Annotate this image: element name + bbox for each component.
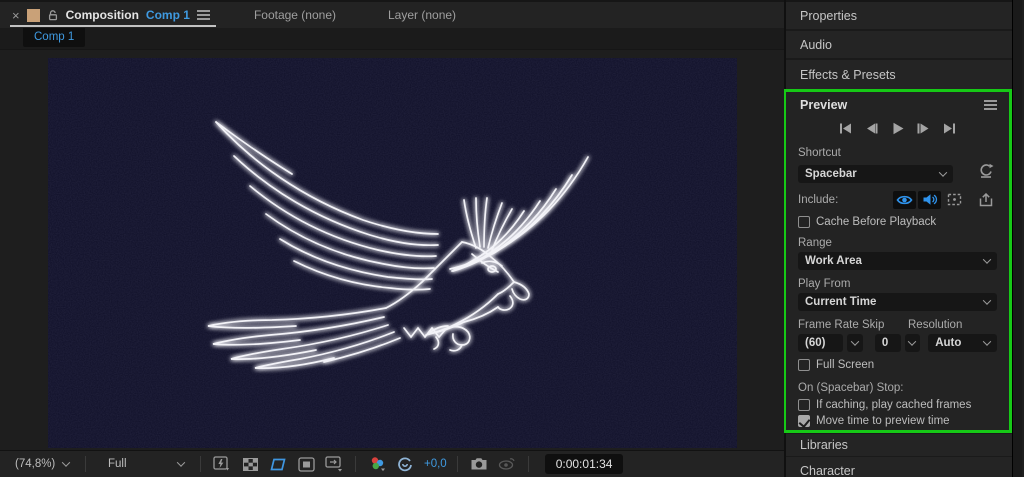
- full-screen-label: Full Screen: [816, 359, 875, 371]
- shortcut-dropdown[interactable]: Spacebar: [798, 164, 953, 183]
- after-effects-window: × Composition Comp 1 Footage (none) Laye…: [0, 0, 1024, 477]
- include-overlays-toggle[interactable]: [943, 191, 965, 209]
- tab-composition-target: Comp 1: [145, 8, 190, 22]
- frame-rate-chevron[interactable]: [847, 334, 863, 352]
- transparency-grid-button[interactable]: [239, 454, 261, 474]
- if-caching-checkbox[interactable]: If caching, play cached frames: [798, 399, 997, 411]
- eye-icon: [896, 195, 913, 204]
- range-dropdown[interactable]: Work Area: [798, 252, 997, 270]
- panel-header-properties[interactable]: Properties: [786, 2, 1012, 31]
- overlays-icon: [947, 193, 961, 206]
- view-layout-button[interactable]: [323, 454, 345, 474]
- tab-footage[interactable]: Footage (none): [242, 2, 348, 28]
- last-frame-button[interactable]: [939, 120, 960, 137]
- play-from-dropdown[interactable]: Current Time: [798, 293, 997, 311]
- unlock-icon[interactable]: [47, 9, 59, 21]
- tab-composition-label: Composition: [65, 8, 139, 22]
- fast-previews-button[interactable]: [211, 454, 233, 474]
- checkbox-checked-icon: [798, 415, 810, 427]
- range-label: Range: [798, 237, 832, 249]
- share-icon: [979, 192, 993, 206]
- resolution-preview-value: Auto: [935, 337, 962, 349]
- composition-canvas[interactable]: [48, 58, 737, 448]
- include-label: Include:: [798, 193, 839, 206]
- if-caching-label: If caching, play cached frames: [816, 399, 972, 411]
- shortcut-label: Shortcut: [798, 147, 841, 159]
- eagle-artwork: [48, 58, 737, 448]
- panel-header-audio[interactable]: Audio: [786, 31, 1012, 60]
- panel-header-character[interactable]: Character: [786, 457, 1012, 477]
- move-time-checkbox[interactable]: Move time to preview time: [798, 415, 997, 427]
- cache-before-playback-checkbox[interactable]: Cache Before Playback: [798, 216, 997, 228]
- skip-chevron[interactable]: [904, 334, 921, 352]
- active-tab-underline: [10, 25, 216, 27]
- panel-header-effects-presets[interactable]: Effects & Presets: [786, 60, 1012, 89]
- snapshot-camera-button[interactable]: [468, 454, 490, 474]
- viewer-tab-bar: × Composition Comp 1 Footage (none) Laye…: [0, 0, 784, 28]
- checkbox-icon: [798, 359, 810, 371]
- viewer-toolbar: (74,8%) Full +0,0 0:00:01:34: [0, 450, 784, 477]
- skip-value: 0: [881, 337, 889, 349]
- current-timecode[interactable]: 0:00:01:34: [544, 454, 624, 474]
- frame-rate-dropdown[interactable]: (60): [798, 334, 844, 352]
- preview-panel-title[interactable]: Preview: [800, 98, 847, 112]
- tab-composition[interactable]: × Composition Comp 1: [0, 2, 220, 28]
- range-value: Work Area: [805, 255, 862, 267]
- close-tab-icon[interactable]: ×: [12, 9, 20, 22]
- exposure-value[interactable]: +0,0: [424, 458, 447, 470]
- share-frame-button[interactable]: [975, 191, 997, 209]
- composition-viewer-panel: × Composition Comp 1 Footage (none) Laye…: [0, 0, 786, 477]
- region-of-interest-button[interactable]: [267, 454, 289, 474]
- checkbox-icon: [798, 216, 810, 228]
- cache-before-playback-label: Cache Before Playback: [816, 216, 937, 228]
- frame-rate-value: (60): [805, 337, 826, 349]
- exposure-reset-icon[interactable]: [394, 454, 416, 474]
- previous-frame-button[interactable]: [861, 120, 882, 137]
- include-audio-toggle[interactable]: [918, 190, 941, 209]
- chevron-down-icon: [61, 458, 71, 467]
- viewport-area: [0, 49, 784, 450]
- magnification-dropdown[interactable]: (74,8%): [9, 456, 75, 472]
- mask-visibility-button[interactable]: [295, 454, 317, 474]
- transport-controls: [798, 120, 997, 137]
- channel-rgb-button[interactable]: [366, 454, 388, 474]
- subtab-comp1[interactable]: Comp 1: [23, 28, 86, 47]
- chevron-down-icon: [176, 458, 186, 467]
- play-from-label: Play From: [798, 278, 851, 290]
- on-spacebar-stop-label: On (Spacebar) Stop:: [798, 382, 904, 394]
- next-frame-button[interactable]: [913, 120, 934, 137]
- comp-subtab-row: Comp 1: [0, 28, 784, 49]
- skip-label: Skip: [862, 319, 885, 331]
- include-video-toggle[interactable]: [893, 190, 916, 209]
- resolution-value: Full: [108, 458, 127, 470]
- preview-panel-highlighted: Preview Shortcut Spacebar Include: Cache…: [783, 89, 1012, 433]
- resolution-dropdown[interactable]: Full: [102, 456, 190, 472]
- checkbox-icon: [798, 399, 810, 411]
- move-time-label: Move time to preview time: [816, 415, 950, 427]
- first-frame-button[interactable]: [835, 120, 856, 137]
- speaker-icon: [923, 194, 937, 205]
- resolution-preview-dropdown[interactable]: Auto: [928, 334, 997, 352]
- reset-icon[interactable]: [977, 163, 995, 184]
- play-button[interactable]: [887, 120, 908, 137]
- show-snapshot-button[interactable]: [496, 454, 518, 474]
- frame-rate-label: Frame Rate: [798, 319, 859, 331]
- comp-color-swatch-icon: [26, 8, 40, 22]
- skip-dropdown[interactable]: 0: [874, 334, 901, 352]
- magnification-value: (74,8%): [15, 458, 56, 470]
- resolution-label: Resolution: [908, 319, 963, 331]
- shortcut-value: Spacebar: [805, 167, 857, 180]
- panel-header-libraries[interactable]: Libraries: [786, 433, 1012, 457]
- right-panel-stack: Properties Audio Effects & Presets Previ…: [783, 0, 1012, 477]
- preview-panel-menu-icon[interactable]: [984, 99, 997, 110]
- play-from-value: Current Time: [805, 296, 877, 308]
- tab-layer[interactable]: Layer (none): [376, 2, 468, 28]
- right-scrollbar-strip[interactable]: [1012, 0, 1022, 477]
- panel-menu-icon[interactable]: [196, 10, 210, 20]
- full-screen-checkbox[interactable]: Full Screen: [798, 359, 997, 371]
